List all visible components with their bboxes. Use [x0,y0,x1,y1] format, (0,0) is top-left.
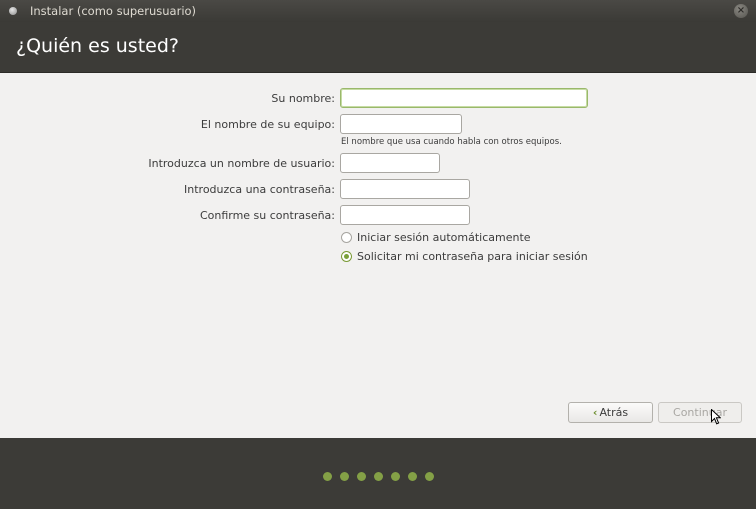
password-field[interactable] [340,179,470,199]
continue-button[interactable]: Continuar [658,402,742,423]
username-label: Introduzca un nombre de usuario: [148,157,335,170]
page-title: ¿Quién es usted? [16,35,179,57]
confirm-password-label: Confirme su contraseña: [199,209,335,222]
app-icon [9,7,17,15]
progress-footer [0,438,756,509]
radio-auto-login-indicator[interactable] [341,232,352,243]
progress-dot [424,472,434,481]
progress-dot [407,472,417,481]
progress-dot [390,472,400,481]
radio-require-password-indicator[interactable] [341,251,352,262]
chevron-left-icon: ‹ [592,406,598,419]
progress-dot [356,472,366,481]
window-titlebar: Instalar (como superusuario) × [0,0,756,22]
computer-name-hint: El nombre que usa cuando habla con otros… [341,137,562,147]
radio-auto-login-label[interactable]: Iniciar sesión automáticamente [357,231,531,244]
name-label: Su nombre: [271,92,335,105]
window-title: Instalar (como superusuario) [30,4,197,18]
radio-require-password-label[interactable]: Solicitar mi contraseña para iniciar ses… [357,250,588,263]
form-panel: Su nombre: El nombre de su equipo: El no… [0,72,756,438]
progress-dot [373,472,383,481]
progress-dots [0,472,756,482]
computer-name-label: El nombre de su equipo: [200,118,335,131]
page-header: ¿Quién es usted? [0,22,756,72]
back-button[interactable]: ‹ Atrás [568,402,653,423]
progress-dot [322,472,332,481]
computer-name-field[interactable] [340,114,462,134]
username-field[interactable] [340,153,440,173]
back-button-label: Atrás [599,406,629,419]
password-label: Introduzca una contraseña: [184,183,335,196]
confirm-password-field[interactable] [340,205,470,225]
name-field[interactable] [340,88,588,108]
progress-dot [339,472,349,481]
mouse-cursor-icon [711,409,721,425]
close-icon[interactable]: × [734,4,748,18]
